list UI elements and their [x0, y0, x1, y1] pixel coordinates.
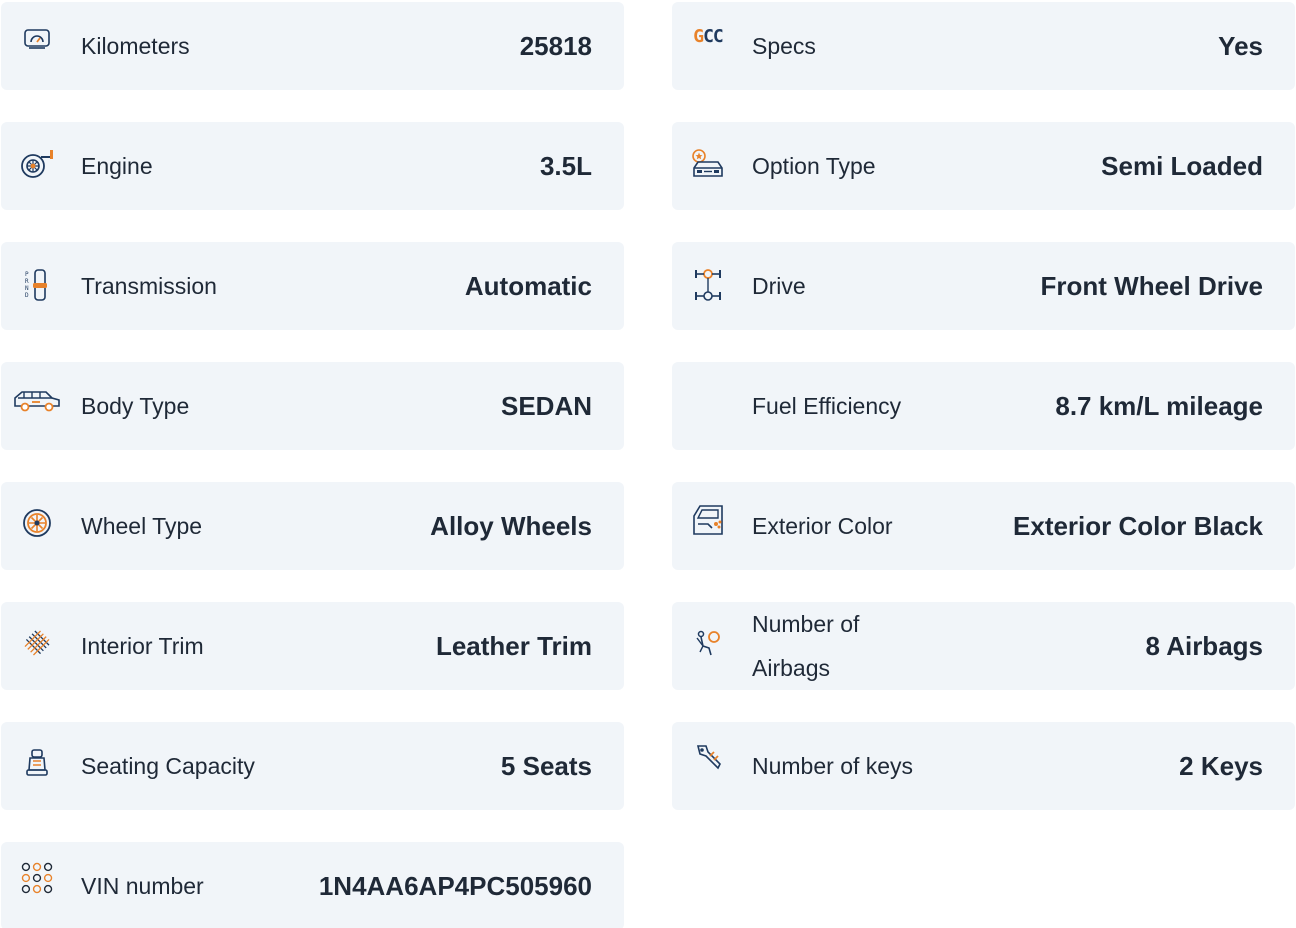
spec-value: 25818 [519, 30, 592, 61]
drivetrain-icon [690, 268, 726, 304]
spec-label: VIN number [81, 873, 204, 899]
spec-card-interior-trim: Interior Trim Leather Trim [1, 602, 624, 690]
speedometer-icon [19, 28, 55, 64]
spec-label: Number of keys [752, 753, 914, 779]
spec-value: 3.5L [539, 150, 592, 181]
spec-card-vin-number: VIN number 1N4AA6AP4PC505960 [1, 842, 624, 928]
spec-card-exterior-color: Exterior Color Exterior Color Black [672, 482, 1295, 570]
spec-label: Option Type [752, 153, 876, 179]
spec-card-seating-capacity: Seating Capacity 5 Seats [1, 722, 624, 810]
spec-card-kilometers: Kilometers 25818 [1, 2, 624, 90]
car-seat-icon [19, 748, 55, 784]
spec-value: Alloy Wheels [430, 510, 592, 541]
leather-pattern-icon [19, 628, 55, 664]
vehicle-specs-grid: Kilometers 25818 Engine 3.5L P R N D Tra… [0, 0, 1296, 928]
car-body-icon [11, 388, 63, 424]
spec-value: Semi Loaded [1101, 150, 1263, 181]
spec-value: Automatic [464, 270, 592, 301]
spec-value: Leather Trim [435, 630, 592, 661]
spec-card-wheel-type: Wheel Type Alloy Wheels [1, 482, 624, 570]
spec-label: Kilometers [81, 33, 190, 59]
spec-value: 2 Keys [1179, 750, 1263, 781]
spec-label: Specs [752, 33, 816, 59]
gcc-icon: GCC [693, 26, 724, 47]
paint-door-icon [690, 502, 726, 538]
car-star-icon [690, 148, 726, 184]
alloy-wheel-icon [19, 508, 55, 544]
spec-value: SEDAN [500, 390, 592, 421]
spec-value: 8 Airbags [1145, 630, 1263, 661]
spec-label: Exterior Color [752, 513, 893, 539]
spec-value: Front Wheel Drive [1040, 270, 1263, 301]
airbag-icon [690, 628, 726, 664]
svg-text:R: R [25, 278, 29, 285]
spec-label: Interior Trim [81, 633, 204, 659]
spec-label: Drive [752, 273, 806, 299]
svg-text:N: N [25, 285, 29, 292]
spec-card-body-type: Body Type SEDAN [1, 362, 624, 450]
spec-label: Fuel Efficiency [752, 393, 902, 419]
spec-label: Seating Capacity [81, 753, 255, 779]
spec-value: Exterior Color Black [1013, 510, 1263, 541]
spec-card-drive: Drive Front Wheel Drive [672, 242, 1295, 330]
spec-value: 5 Seats [500, 750, 592, 781]
spec-label: Engine [81, 153, 153, 179]
spec-card-specs: GCC Specs Yes [672, 2, 1295, 90]
spec-card-fuel-efficiency: Fuel Efficiency 8.7 km/L mileage [672, 362, 1295, 450]
gear-shifter-icon: P R N D [19, 268, 55, 304]
svg-text:P: P [25, 271, 29, 278]
spec-card-number-of-keys: Number of keys 2 Keys [672, 722, 1295, 810]
spec-card-option-type: Option Type Semi Loaded [672, 122, 1295, 210]
dots-grid-icon [19, 852, 55, 918]
spec-value: 8.7 km/L mileage [1055, 390, 1263, 421]
spec-card-transmission: P R N D Transmission Automatic [1, 242, 624, 330]
spec-value: Yes [1218, 30, 1263, 61]
svg-text:D: D [25, 292, 29, 299]
spec-label: Body Type [81, 393, 190, 419]
spec-label: Wheel Type [81, 513, 203, 539]
spec-value: 1N4AA6AP4PC505960 [318, 870, 592, 901]
car-key-icon [690, 742, 726, 778]
turbo-engine-icon [19, 148, 55, 184]
spec-label: Number of Airbags [752, 611, 860, 681]
spec-label: Transmission [81, 273, 217, 299]
spec-card-number-of-airbags: Number of Airbags 8 Airbags [672, 602, 1295, 690]
spec-card-engine: Engine 3.5L [1, 122, 624, 210]
